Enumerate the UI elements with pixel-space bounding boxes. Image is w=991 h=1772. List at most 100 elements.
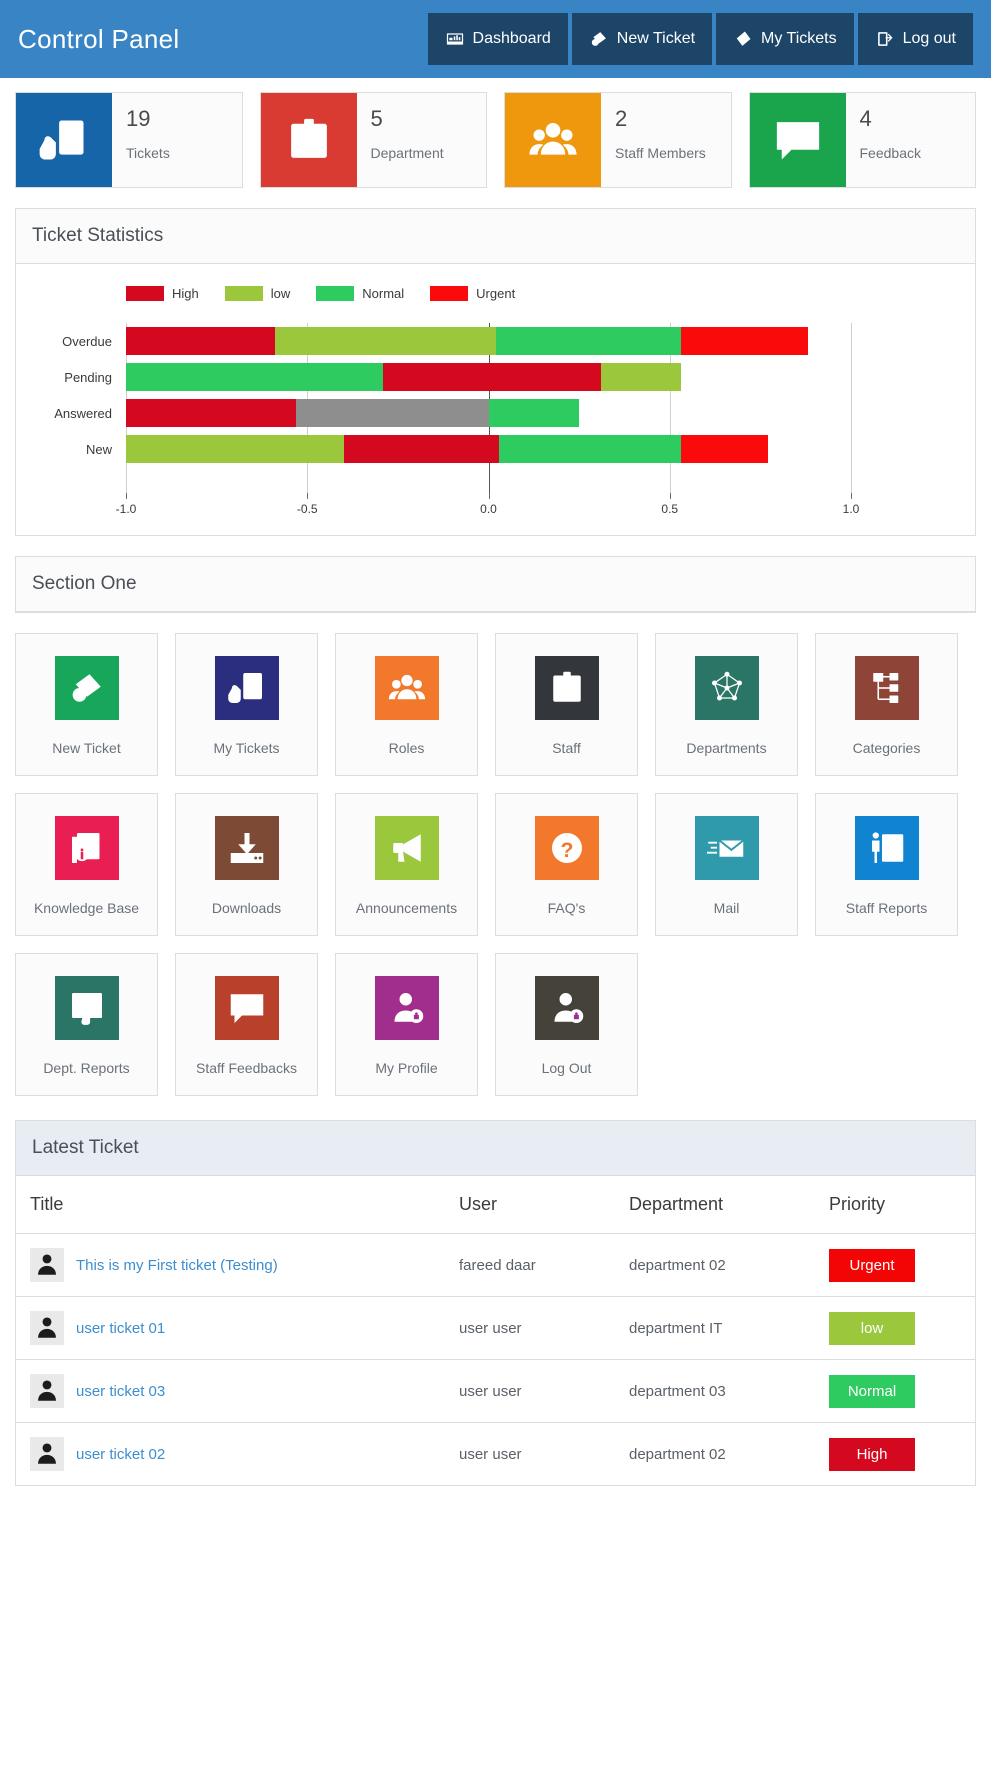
ticket-title-cell: user ticket 02 bbox=[16, 1423, 445, 1486]
user-avatar-icon bbox=[38, 1443, 56, 1464]
stat-card-staff-members[interactable]: 2 Staff Members bbox=[504, 92, 732, 188]
svg-text:?: ? bbox=[560, 838, 573, 862]
chart-x-tick bbox=[669, 493, 671, 499]
megaphone-icon bbox=[374, 816, 439, 880]
chart-category-label: Answered bbox=[54, 405, 112, 421]
shortcut-tile-downloads[interactable]: Downloads bbox=[175, 793, 318, 936]
shortcut-tile-departments[interactable]: Departments bbox=[655, 633, 798, 776]
main-nav: Dashboard New Ticket My Tickets Log out bbox=[427, 13, 973, 65]
ticket-plus-icon bbox=[591, 32, 606, 46]
shortcut-tile-my-profile[interactable]: My Profile bbox=[335, 953, 478, 1096]
latest-ticket-panel: Latest Ticket Title User Department Priorit… bbox=[15, 1120, 976, 1486]
people-icon bbox=[374, 656, 439, 720]
chart-bar-segment bbox=[126, 435, 344, 463]
ticket-title-link[interactable]: user ticket 01 bbox=[76, 1320, 165, 1337]
sitemap-icon bbox=[872, 673, 898, 703]
user-lock-icon bbox=[554, 993, 583, 1023]
section-one-panel: Section One bbox=[15, 556, 976, 613]
legend-item: High bbox=[126, 286, 199, 301]
stat-card-feedback[interactable]: 4 Feedback bbox=[748, 92, 976, 188]
nav-button-my-tickets[interactable]: My Tickets bbox=[716, 13, 854, 65]
report-touch-icon bbox=[54, 976, 119, 1040]
feedback-icon bbox=[214, 976, 279, 1040]
chart-bars bbox=[126, 323, 851, 467]
ticket-user-cell: user user bbox=[459, 1445, 522, 1463]
stat-card-value: 4 bbox=[859, 106, 872, 131]
stat-card-text: 2 Staff Members bbox=[601, 93, 706, 187]
chart-bar-row bbox=[126, 431, 851, 467]
nav-button-dashboard[interactable]: Dashboard bbox=[427, 13, 568, 65]
shortcut-tile-my-tickets[interactable]: My Tickets bbox=[175, 633, 318, 776]
legend-label: low bbox=[270, 286, 291, 301]
table-column-header: Title bbox=[16, 1176, 445, 1234]
shortcut-tile-label: Departments bbox=[686, 740, 767, 756]
legend-label: Urgent bbox=[476, 286, 516, 301]
hand-ticket-icon bbox=[39, 120, 84, 160]
shortcut-tile-roles[interactable]: Roles bbox=[335, 633, 478, 776]
mail-icon bbox=[694, 816, 759, 880]
network-icon bbox=[694, 656, 759, 720]
chart-bar-row bbox=[126, 323, 851, 359]
shortcut-tile-categories[interactable]: Categories bbox=[815, 633, 958, 776]
shortcut-tile-staff-reports[interactable]: Staff Reports bbox=[815, 793, 958, 936]
stat-card-tickets[interactable]: 19 Tickets bbox=[15, 92, 243, 188]
chart-gridline bbox=[851, 323, 852, 493]
chart-bar-row bbox=[126, 395, 851, 431]
chart-bar-segment bbox=[488, 399, 580, 427]
shortcut-tile-label: Knowledge Base bbox=[33, 900, 140, 916]
dashboard-icon bbox=[446, 33, 463, 45]
shortcut-tile-mail[interactable]: Mail bbox=[655, 793, 798, 936]
shortcut-tile-staff-feedbacks[interactable]: Staff Feedbacks bbox=[175, 953, 318, 1096]
table-row: user ticket 02 user user department 02 High bbox=[16, 1423, 975, 1486]
shortcut-tile-staff[interactable]: Staff bbox=[495, 633, 638, 776]
ticket-priority-cell: Urgent bbox=[815, 1233, 975, 1297]
shortcut-tile-knowledge-base[interactable]: Knowledge Base bbox=[15, 793, 158, 936]
chart-x-axis: -1.0 -0.5 0.0 0.5 1.0 bbox=[116, 493, 859, 523]
user-avatar-icon bbox=[38, 1380, 56, 1401]
user-avatar-icon bbox=[30, 1374, 64, 1408]
table-column-header: Priority bbox=[815, 1176, 975, 1234]
ticket-statistics-panel: Ticket Statistics High low Normal Urgent Ov… bbox=[15, 208, 976, 536]
ticket-title-link[interactable]: This is my First ticket (Testing) bbox=[76, 1257, 278, 1274]
ticket-title-link[interactable]: user ticket 03 bbox=[76, 1383, 165, 1400]
shortcut-tile-label: Staff Reports bbox=[845, 900, 928, 916]
stat-cards: 19 Tickets 5 Department 2 Staff Members 4 Feedb… bbox=[0, 78, 991, 188]
stat-card-value: 2 bbox=[615, 106, 628, 131]
user-avatar-icon bbox=[30, 1248, 64, 1282]
shortcut-tile-announcements[interactable]: Announcements bbox=[335, 793, 478, 936]
shortcut-tile-label: Dept. Reports bbox=[43, 1060, 130, 1076]
user-lock-icon bbox=[534, 976, 599, 1040]
chart-bar-segment bbox=[126, 327, 275, 355]
legend-swatch bbox=[126, 286, 164, 301]
page-title: Control Panel bbox=[18, 23, 180, 54]
user-lock-icon bbox=[374, 976, 439, 1040]
ticket-statistics-chart: High low Normal Urgent Overdue Pending Answer… bbox=[16, 264, 975, 535]
sitemap-icon bbox=[854, 656, 919, 720]
shortcut-tile-log-out[interactable]: Log Out bbox=[495, 953, 638, 1096]
shortcut-tile-new-ticket[interactable]: New Ticket bbox=[15, 633, 158, 776]
nav-button-label: Log out bbox=[902, 30, 956, 47]
ticket-department-cell: department 02 bbox=[615, 1233, 815, 1297]
chart-bar-segment bbox=[126, 363, 384, 391]
stat-card-text: 4 Feedback bbox=[846, 93, 921, 187]
nav-button-new-ticket[interactable]: New Ticket bbox=[571, 13, 713, 65]
stat-card-label: Department bbox=[370, 145, 444, 162]
logout-icon bbox=[877, 32, 893, 46]
table-row: This is my First ticket (Testing) fareed … bbox=[16, 1233, 975, 1297]
id-card-icon bbox=[290, 118, 327, 158]
nav-button-label: My Tickets bbox=[761, 30, 837, 47]
ticket-title-link[interactable]: user ticket 02 bbox=[76, 1446, 165, 1463]
shortcut-tile-label: My Profile bbox=[375, 1060, 438, 1076]
nav-button-log-out[interactable]: Log out bbox=[857, 13, 973, 65]
shortcut-tile-label: Staff Feedbacks bbox=[196, 1060, 297, 1076]
chart-plot-area: Overdue Pending Answered New bbox=[54, 323, 852, 493]
stat-card-value: 19 bbox=[126, 106, 151, 131]
shortcut-tile-dept-reports[interactable]: Dept. Reports bbox=[15, 953, 158, 1096]
people-icon bbox=[505, 93, 601, 187]
stat-card-department[interactable]: 5 Department bbox=[259, 92, 487, 188]
ticket-title-cell: This is my First ticket (Testing) bbox=[16, 1233, 445, 1297]
chart-category-labels: Overdue Pending Answered New bbox=[30, 323, 118, 467]
shortcut-tile-faq-s[interactable]: ? FAQ's bbox=[495, 793, 638, 936]
chart-bar-segment bbox=[126, 399, 297, 427]
user-avatar-icon bbox=[30, 1311, 64, 1345]
